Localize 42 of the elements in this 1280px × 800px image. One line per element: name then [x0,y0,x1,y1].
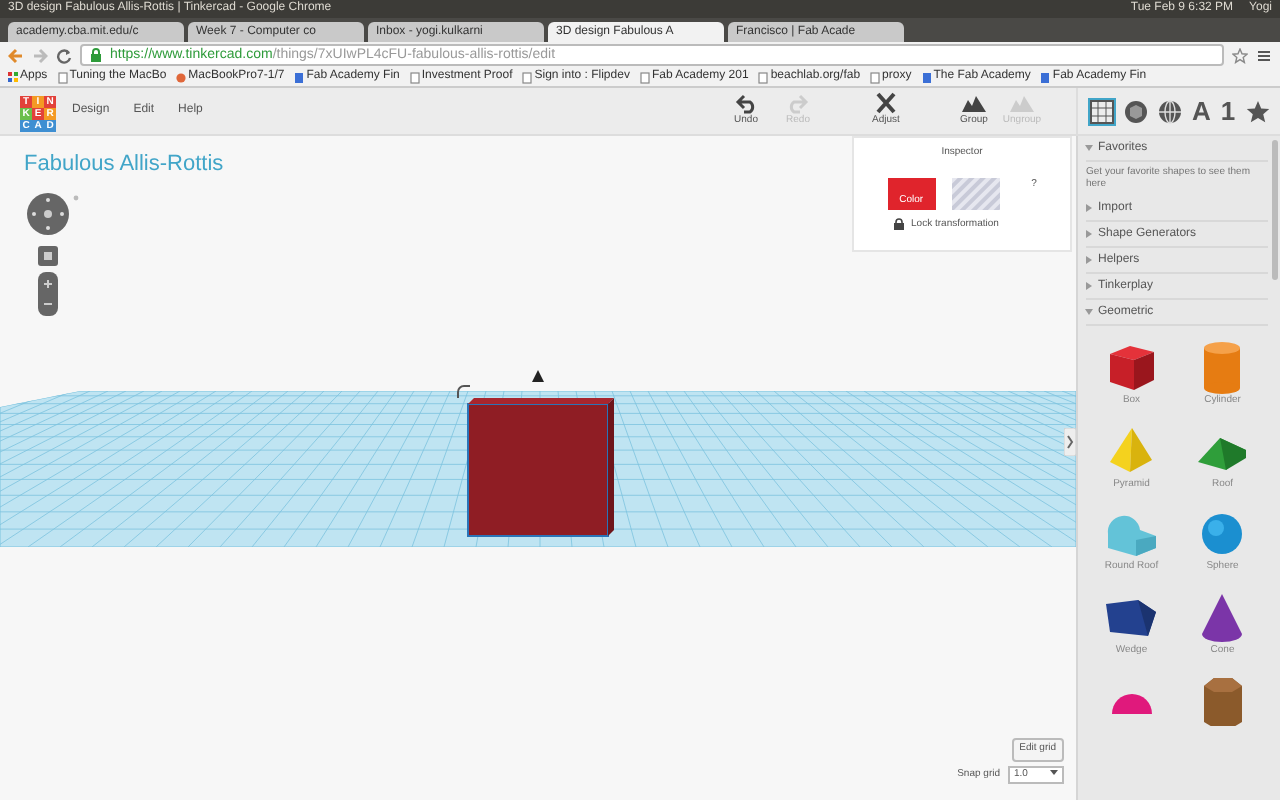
home-view-icon[interactable] [38,246,58,266]
zoom-control-icon[interactable] [38,272,58,316]
collapse-handle-icon[interactable] [1064,428,1076,456]
page-icon [639,71,650,83]
star-icon[interactable] [1245,99,1270,123]
star-icon[interactable] [1232,47,1248,63]
hole-swatch[interactable] [951,177,1000,209]
apps-grid-icon [8,71,18,83]
panel-tab[interactable]: 1 [1220,97,1236,125]
page-icon [758,71,769,83]
page-icon [522,71,533,83]
page-icon [409,71,420,83]
caret-icon [1086,282,1092,290]
circle-icon [176,71,187,83]
caret-icon [1050,767,1058,775]
ungroup-icon [1010,92,1034,115]
reload-icon[interactable] [56,47,72,63]
page-icon [870,71,881,83]
move-arrow-icon[interactable] [532,370,544,382]
grid-icon[interactable] [1090,99,1114,123]
caret-icon [1086,256,1092,264]
menu-icon[interactable] [1256,47,1272,63]
rotate-handle-icon[interactable] [456,384,472,400]
caret-icon [1086,230,1092,238]
document-icon [294,71,305,83]
caret-icon [1085,309,1093,315]
caret-icon [1085,145,1093,151]
document-icon [921,71,932,83]
design-title: Fabulous Allis-Rottis [24,150,224,180]
view-cube-control-icon[interactable] [26,192,82,236]
page-icon [57,71,68,83]
globe-icon[interactable] [1158,99,1182,123]
panel-tab[interactable]: A [1192,97,1211,125]
scrollbar[interactable] [1272,140,1278,280]
caret-icon [1086,204,1092,212]
redo-icon [786,92,810,115]
document-icon [1040,71,1051,83]
undo-icon [734,92,758,115]
adjust-icon [874,92,898,115]
group-icon [962,92,986,115]
lock-icon[interactable] [893,218,904,231]
lock-icon [90,48,102,62]
